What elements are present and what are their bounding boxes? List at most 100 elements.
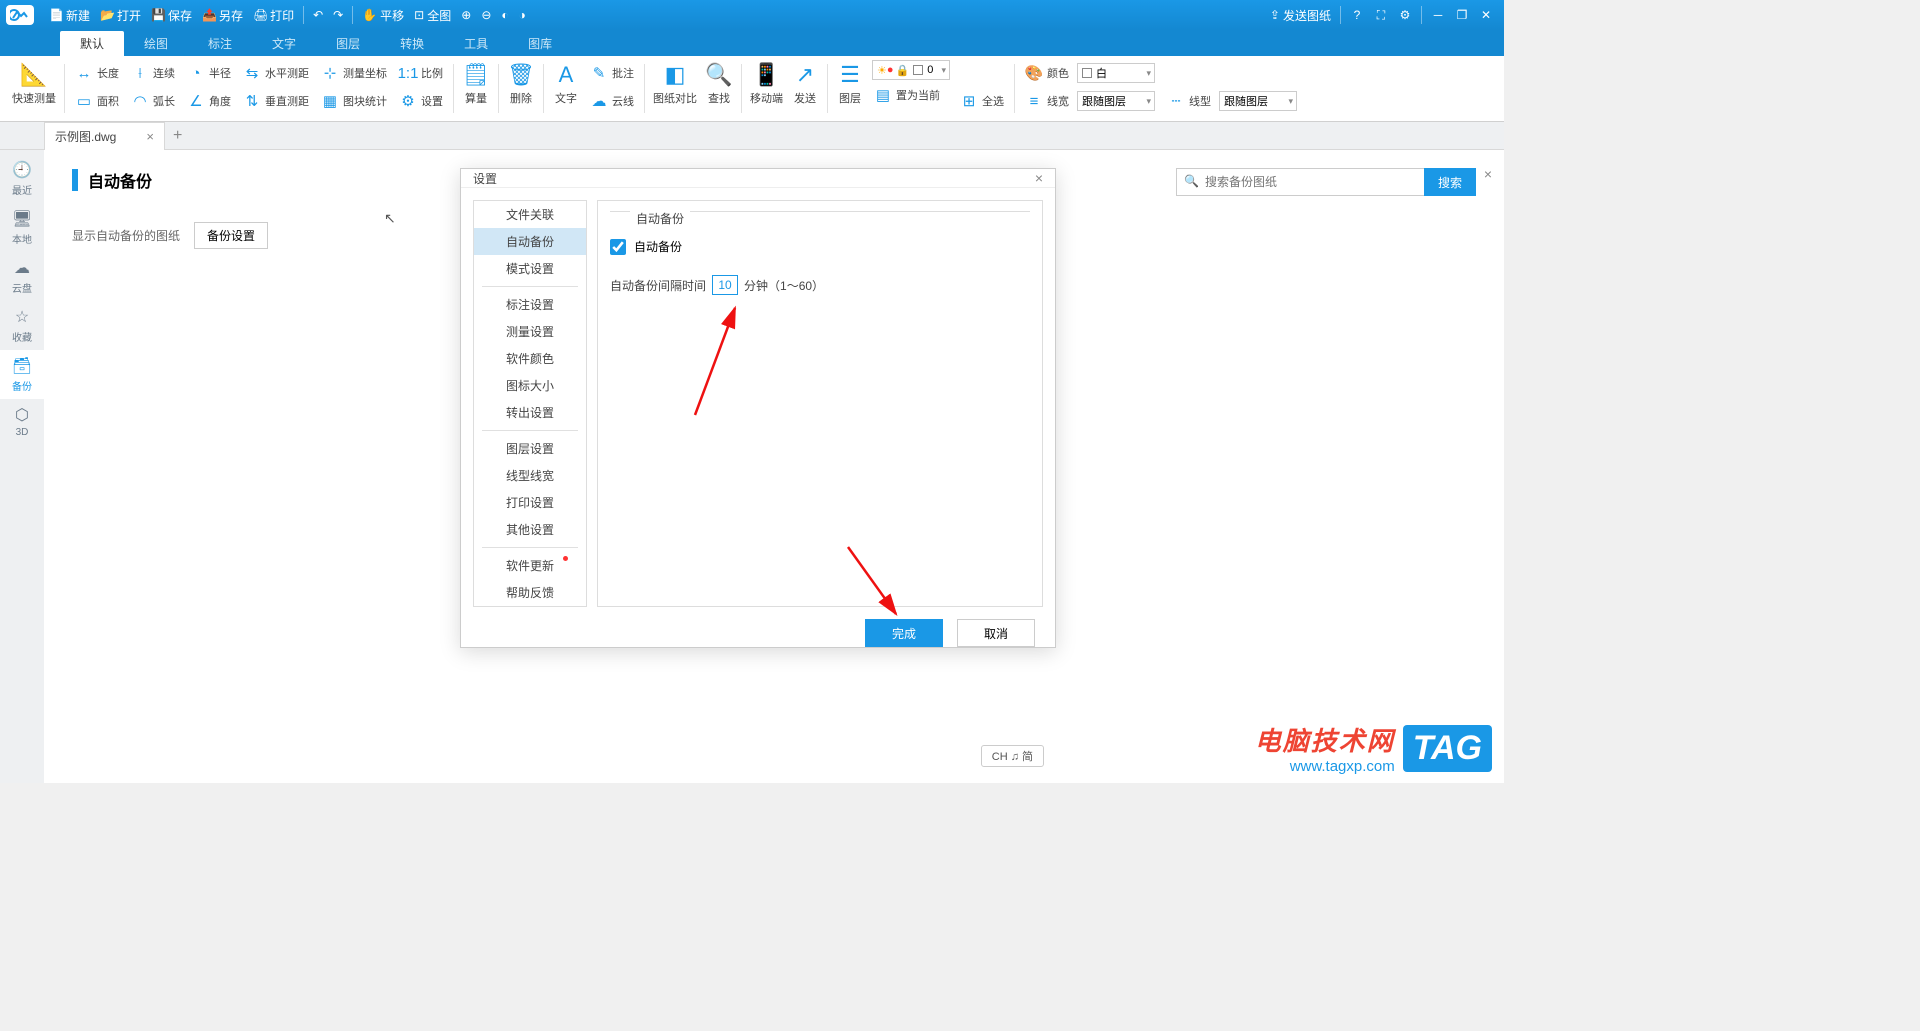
tab-tools[interactable]: 工具 [444,31,508,56]
print-button[interactable]: 🖨打印 [253,7,294,24]
zoom-in-icon: ⊕ [461,8,471,22]
pan-button[interactable]: ✋平移 [362,7,404,24]
auto-backup-checkbox[interactable] [610,239,626,255]
nav-item-layer[interactable]: 图层设置 [474,435,586,462]
arc-button[interactable]: ◠弧长 [129,88,177,114]
restore-icon: ❐ [1457,8,1468,22]
document-tab[interactable]: 示例图.dwg × [44,122,165,150]
nav-item-print[interactable]: 打印设置 [474,489,586,516]
block-stats-button[interactable]: ▦图块统计 [319,88,389,114]
undo-button[interactable]: ↶ [313,8,323,22]
dialog-close-button[interactable]: × [1035,170,1043,186]
full-button[interactable]: ⊡全图 [414,7,451,24]
backup-settings-button[interactable]: 备份设置 [194,222,268,249]
zoom-out-button[interactable]: ⊖ [481,8,491,22]
quick-measure-button[interactable]: 📐 快速测量 [8,60,60,117]
continuous-button[interactable]: ⟊连续 [129,60,177,86]
color-select[interactable]: 白 [1077,63,1155,83]
tab-text[interactable]: 文字 [252,31,316,56]
tab-draw[interactable]: 绘图 [124,31,188,56]
search-button[interactable]: 搜索 [1424,168,1476,196]
zoom-prev-button[interactable]: ◑ [519,8,526,22]
calc-button[interactable]: 🗒算量 [458,60,494,117]
compare-button[interactable]: ◧图纸对比 [649,60,701,117]
nav-item-linetype[interactable]: 线型线宽 [474,462,586,489]
sidebar-item-3d[interactable]: ⬡3D [0,399,44,444]
new-button[interactable]: 📄新建 [49,7,90,24]
interval-input[interactable] [712,275,738,295]
ime-status[interactable]: CH ♫ 简 [981,745,1044,767]
nav-item-icon-size[interactable]: 图标大小 [474,372,586,399]
close-tab-icon[interactable]: × [146,129,154,144]
mobile-icon: 📱 [753,62,781,88]
annotate-button[interactable]: ✎批注 [588,60,636,86]
settings-button[interactable]: ⚙ [1395,5,1415,25]
nav-item-export[interactable]: 转出设置 [474,399,586,426]
text-button[interactable]: A文字 [548,60,584,117]
delete-button[interactable]: 🗑删除 [503,60,539,117]
tab-convert[interactable]: 转换 [380,31,444,56]
zoom-in-button[interactable]: ⊕ [461,8,471,22]
find-button[interactable]: 🔍查找 [701,60,737,117]
close-button[interactable]: ✕ [1476,5,1496,25]
add-tab-button[interactable]: + [173,127,182,145]
sidebar-item-cloud[interactable]: ☁云盘 [0,252,44,301]
close-panel-button[interactable]: × [1484,166,1492,182]
saveas-button[interactable]: 📤另存 [202,7,243,24]
nav-item-auto-backup[interactable]: 自动备份 [474,228,586,255]
length-button[interactable]: ↔长度 [73,60,121,86]
zoom-window-button[interactable]: ◐ [501,8,508,22]
nav-item-file-assoc[interactable]: 文件关联 [474,201,586,228]
save-button[interactable]: 💾保存 [151,7,192,24]
tab-default[interactable]: 默认 [60,31,124,56]
lineweight-icon: ≡ [1025,92,1043,110]
area-button[interactable]: ▭面积 [73,88,121,114]
linetype-select[interactable]: 跟随图层 [1219,91,1297,111]
restore-button[interactable]: ❐ [1452,5,1472,25]
send-button[interactable]: ↗发送 [787,60,823,117]
nav-item-update[interactable]: 软件更新 [474,552,586,579]
layer-button[interactable]: ☰图层 [832,60,868,117]
sidebar-item-local[interactable]: 🖥本地 [0,203,44,252]
search-input[interactable] [1176,168,1424,196]
cloud-icon: ☁ [12,258,32,278]
ok-button[interactable]: 完成 [865,619,943,647]
help-icon: ? [1354,8,1361,22]
tab-layer[interactable]: 图层 [316,31,380,56]
tab-library[interactable]: 图库 [508,31,572,56]
set-current-button[interactable]: ▤置为当前 [872,82,950,108]
sidebar-item-recent[interactable]: 🕘最近 [0,154,44,203]
fullscreen-button[interactable]: ⛶ [1371,5,1391,25]
open-button[interactable]: 📂打开 [100,7,141,24]
nav-item-color[interactable]: 软件颜色 [474,345,586,372]
nav-item-measure[interactable]: 测量设置 [474,318,586,345]
sidebar-item-backup[interactable]: 🗃备份 [0,350,44,399]
vdistance-button[interactable]: ⇅垂直测距 [241,88,311,114]
cancel-button[interactable]: 取消 [957,619,1035,647]
select-all-button[interactable]: ⊞全选 [958,88,1006,114]
radius-button[interactable]: ◔半径 [185,60,233,86]
measure-coord-button[interactable]: ⊹测量坐标 [319,60,389,86]
lineweight-select[interactable]: 跟随图层 [1077,91,1155,111]
cloud-button[interactable]: ☁云线 [588,88,636,114]
menu-bar: 默认 绘图 标注 文字 图层 转换 工具 图库 [0,30,1504,56]
nav-item-mode[interactable]: 模式设置 [474,255,586,282]
scale-button[interactable]: 1:1比例 [397,60,445,86]
nav-item-annotation[interactable]: 标注设置 [474,291,586,318]
nav-separator [482,547,578,548]
redo-button[interactable]: ↷ [333,8,343,22]
angle-button[interactable]: ∠角度 [185,88,233,114]
sidebar-item-favorite[interactable]: ☆收藏 [0,301,44,350]
layer-select[interactable]: ☀●🔒0 [872,60,950,80]
mobile-button[interactable]: 📱移动端 [746,60,787,117]
nav-item-feedback[interactable]: 帮助反馈 [474,579,586,606]
checkbox-row: 自动备份 [610,238,1030,255]
nav-item-other[interactable]: 其他设置 [474,516,586,543]
tab-annotate[interactable]: 标注 [188,31,252,56]
save-label: 保存 [168,7,192,24]
help-button[interactable]: ? [1347,5,1367,25]
minimize-button[interactable]: ─ [1428,5,1448,25]
settings-button[interactable]: ⚙设置 [397,88,445,114]
send-drawing-button[interactable]: ⇪发送图纸 [1270,7,1331,24]
hdistance-button[interactable]: ⇆水平测距 [241,60,311,86]
